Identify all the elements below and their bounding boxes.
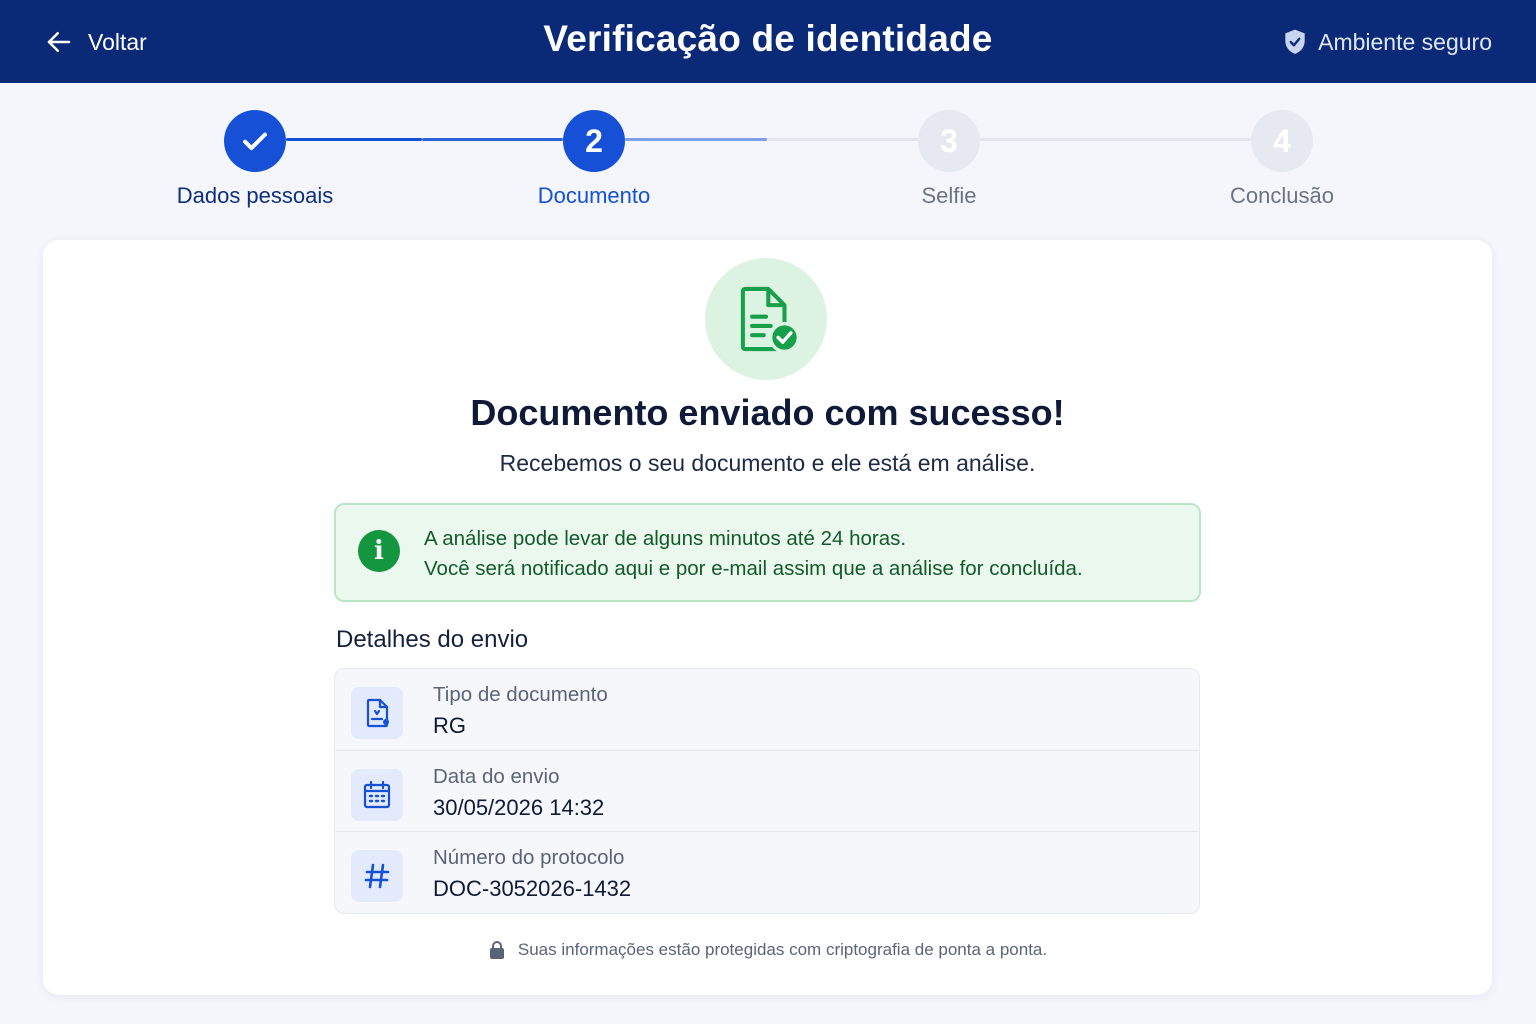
- confirmation-card: Documento enviado com sucesso! Recebemos…: [43, 240, 1492, 995]
- step-connector-2-3: [625, 138, 767, 141]
- shield-check-icon: [1285, 29, 1305, 54]
- security-note-text: Suas informações estão protegidas com cr…: [517, 940, 1048, 959]
- success-badge: [705, 258, 827, 380]
- detail-row-document-type: Tipo de documento RG: [335, 669, 1199, 749]
- step-connector-1-2: [286, 138, 422, 141]
- secure-label: Ambiente seguro: [1318, 28, 1492, 55]
- detail-value-submission-date: 30/05/2026 14:32: [433, 795, 605, 820]
- detail-row-protocol-number: Número do protocolo DOC-3052026-1432: [335, 831, 1199, 911]
- info-icon: i: [358, 530, 400, 572]
- calendar-icon: [351, 769, 403, 821]
- detail-value-protocol-number: DOC-3052026-1432: [433, 876, 632, 901]
- secure-environment-indicator: Ambiente seguro: [1282, 24, 1492, 60]
- step-4-number: 4: [1273, 122, 1291, 159]
- step-connector-3-4: [980, 138, 1251, 141]
- detail-label-document-type: Tipo de documento: [433, 683, 608, 706]
- step-2-number: 2: [585, 122, 603, 159]
- step-connector-2-3-tail: [767, 138, 919, 141]
- detail-row-submission-date: Data do envio 30/05/2026 14:32: [335, 750, 1199, 830]
- detail-label-protocol-number: Número do protocolo: [433, 846, 625, 869]
- step-1-label: Dados pessoais: [176, 183, 334, 208]
- top-bar: Voltar Verificação de identidade Ambient…: [0, 0, 1536, 83]
- detail-label-submission-date: Data do envio: [433, 765, 560, 788]
- step-4-circle: 4: [1251, 110, 1313, 172]
- step-3-label: Selfie: [921, 183, 977, 208]
- info-text-line-1: A análise pode levar de alguns minutos a…: [424, 527, 907, 550]
- check-icon: [243, 132, 267, 151]
- submission-details: Tipo de documento RG Data do envio 30/05…: [334, 668, 1200, 914]
- step-3-circle: 3: [918, 110, 980, 172]
- success-subtitle: Recebemos o seu documento e ele está em …: [499, 450, 1036, 476]
- info-alert: i A análise pode levar de alguns minutos…: [334, 503, 1201, 602]
- security-note: Suas informações estão protegidas com cr…: [43, 940, 1492, 960]
- step-2-circle: 2: [563, 110, 625, 172]
- document-check-icon: [740, 286, 801, 354]
- success-title: Documento enviado com sucesso!: [470, 392, 1065, 433]
- document-icon: [351, 687, 403, 739]
- step-connector-1-2-tail: [422, 138, 563, 141]
- info-text-line-2: Você será notificado aqui e por e-mail a…: [424, 557, 1083, 580]
- step-2-label: Documento: [537, 183, 651, 208]
- detail-value-document-type: RG: [433, 713, 466, 738]
- step-3-number: 3: [940, 122, 958, 159]
- details-heading: Detalhes do envio: [336, 626, 529, 653]
- step-1-circle: [224, 110, 286, 172]
- hash-icon: [351, 850, 403, 902]
- step-4-label: Conclusão: [1230, 183, 1334, 208]
- lock-icon: [489, 941, 504, 959]
- progress-stepper: Dados pessoais 2 Documento 3 Selfie 4 Co…: [0, 83, 1536, 233]
